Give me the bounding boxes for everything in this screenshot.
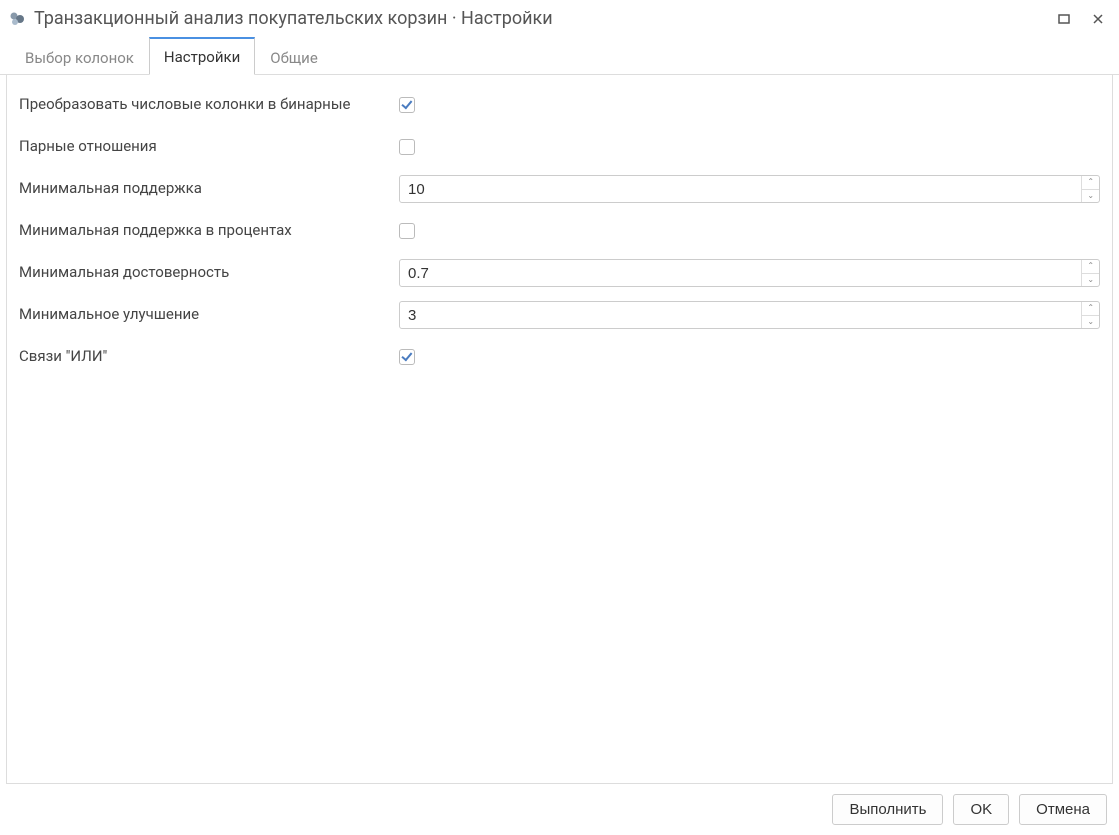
spin-up-icon[interactable]: ⌃ <box>1082 260 1099 274</box>
spin-up-icon[interactable]: ⌃ <box>1082 176 1099 190</box>
label-min-support-percent: Минимальная поддержка в процентах <box>19 221 399 241</box>
checkbox-or-links[interactable] <box>399 349 415 365</box>
spin-down-icon[interactable]: ⌄ <box>1082 274 1099 287</box>
checkbox-min-support-percent[interactable] <box>399 223 415 239</box>
min-improvement-input[interactable]: ⌃ ⌄ <box>399 301 1100 329</box>
min-support-field[interactable] <box>400 177 1081 202</box>
cancel-button[interactable]: Отмена <box>1019 794 1107 825</box>
maximize-icon[interactable] <box>1055 10 1073 28</box>
close-icon[interactable] <box>1089 10 1107 28</box>
footer-buttons: Выполнить OK Отмена <box>0 784 1119 835</box>
checkbox-paired-relations[interactable] <box>399 139 415 155</box>
spin-up-icon[interactable]: ⌃ <box>1082 302 1099 316</box>
label-min-confidence: Минимальная достоверность <box>19 263 399 283</box>
label-paired-relations: Парные отношения <box>19 137 399 157</box>
min-confidence-field[interactable] <box>400 261 1081 286</box>
tab-settings[interactable]: Настройки <box>149 37 255 75</box>
window-title: Транзакционный анализ покупательских кор… <box>34 8 553 29</box>
label-min-support: Минимальная поддержка <box>19 179 399 199</box>
label-or-links: Связи "ИЛИ" <box>19 347 399 367</box>
app-icon <box>8 10 26 28</box>
min-improvement-field[interactable] <box>400 303 1081 328</box>
min-support-input[interactable]: ⌃ ⌄ <box>399 175 1100 203</box>
spin-down-icon[interactable]: ⌄ <box>1082 190 1099 203</box>
run-button[interactable]: Выполнить <box>832 794 943 825</box>
spin-down-icon[interactable]: ⌄ <box>1082 316 1099 329</box>
label-min-improvement: Минимальное улучшение <box>19 305 399 325</box>
checkbox-convert-numeric[interactable] <box>399 97 415 113</box>
settings-panel: Преобразовать числовые колонки в бинарны… <box>6 75 1113 784</box>
tab-columns[interactable]: Выбор колонок <box>10 39 149 75</box>
tab-bar: Выбор колонок Настройки Общие <box>0 37 1119 75</box>
min-confidence-input[interactable]: ⌃ ⌄ <box>399 259 1100 287</box>
label-convert-numeric: Преобразовать числовые колонки в бинарны… <box>19 95 399 115</box>
ok-button[interactable]: OK <box>953 794 1009 825</box>
tab-common[interactable]: Общие <box>255 39 333 75</box>
